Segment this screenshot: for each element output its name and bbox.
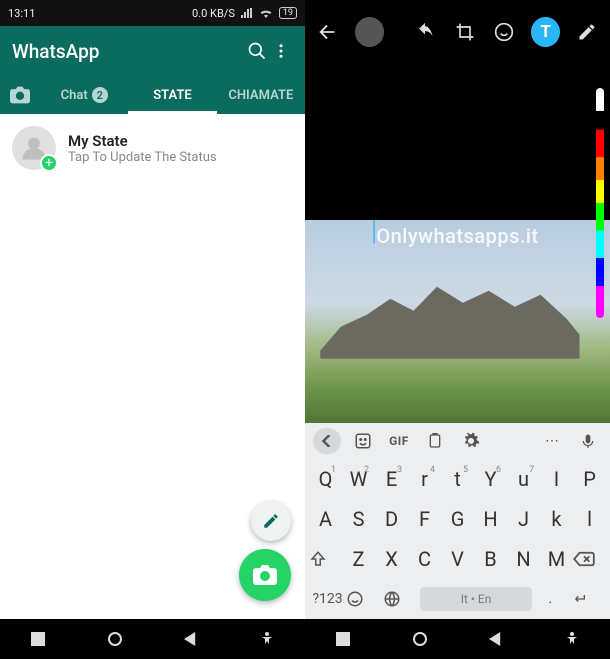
camera-status-fab[interactable] [239, 549, 291, 601]
key-m[interactable]: M [540, 547, 573, 571]
keyboard-row-4: ?123 It • En . [305, 579, 610, 619]
android-status-bar: 13:11 0.0 KB/S 19 [0, 0, 305, 26]
key-z[interactable]: Z [342, 547, 375, 571]
accessibility-icon[interactable] [565, 632, 579, 646]
key-v[interactable]: V [441, 547, 474, 571]
whatsapp-status-screen: 13:11 0.0 KB/S 19 WhatsApp Chat 2 [0, 0, 305, 659]
key-i[interactable]: I [540, 467, 573, 491]
settings-icon[interactable] [457, 428, 485, 454]
tab-label: Chat [61, 88, 88, 103]
back-icon[interactable] [489, 632, 503, 646]
mic-icon[interactable] [574, 428, 602, 454]
editor-canvas[interactable]: | Onlywhatsapps.it [305, 64, 610, 429]
status-photo [305, 220, 610, 430]
key-s[interactable]: S [342, 507, 375, 531]
keyboard-toolbar: GIF ⋯ [305, 423, 610, 459]
key-y[interactable]: Y6 [474, 467, 507, 491]
color-picker-strip[interactable] [596, 88, 604, 318]
key-r[interactable]: r4 [408, 467, 441, 491]
key-q[interactable]: Q1 [309, 467, 342, 491]
editor-toolbar: T [305, 0, 610, 64]
key-h[interactable]: H [474, 507, 507, 531]
signal-icon [241, 8, 253, 18]
period-key[interactable]: . [532, 591, 569, 607]
keyboard-collapse-icon[interactable] [313, 428, 341, 454]
profile-chip[interactable] [355, 17, 385, 47]
my-status-row[interactable]: + My State Tap To Update The Status [12, 126, 293, 170]
unread-badge: 2 [92, 87, 108, 103]
gif-button[interactable]: GIF [385, 428, 413, 454]
tab-state[interactable]: STATE [128, 76, 216, 114]
sticker-icon[interactable] [349, 428, 377, 454]
emoji-icon[interactable] [491, 17, 517, 47]
back-icon[interactable] [184, 632, 198, 646]
key-x[interactable]: X [375, 547, 408, 571]
add-status-icon: + [40, 154, 58, 172]
emoji-key[interactable] [346, 590, 383, 608]
enter-key[interactable] [569, 591, 606, 607]
symbols-key[interactable]: ?123 [309, 591, 346, 607]
key-l[interactable]: l [573, 507, 606, 531]
key-k[interactable]: k [540, 507, 573, 531]
status-editor-screen: T | Onlywhatsapps.it GIF [305, 0, 610, 659]
draw-icon[interactable] [574, 17, 600, 47]
android-nav-bar [305, 619, 610, 659]
key-w[interactable]: W2 [342, 467, 375, 491]
recent-apps-icon[interactable] [31, 632, 45, 646]
key-d[interactable]: D [375, 507, 408, 531]
tab-bar: Chat 2 STATE CHIAMATE [0, 76, 305, 114]
spacebar-key[interactable]: It • En [420, 587, 531, 611]
home-icon[interactable] [412, 631, 428, 647]
soft-keyboard: GIF ⋯ Q1W2E3r4t5Y6u7IP ASDFGHJkl ZXCVBNM… [305, 423, 610, 619]
key-e[interactable]: E3 [375, 467, 408, 491]
watermark-text: Onlywhatsapps.it [305, 224, 610, 248]
accessibility-icon[interactable] [260, 632, 274, 646]
my-status-subtitle: Tap To Update The Status [68, 150, 217, 165]
keyboard-row-3: ZXCVBNM [305, 539, 610, 579]
tab-label: CHIAMATE [228, 88, 293, 103]
wifi-icon [259, 8, 273, 18]
tab-camera[interactable] [0, 76, 40, 114]
more-icon[interactable] [269, 41, 293, 61]
key-n[interactable]: N [507, 547, 540, 571]
battery-icon: 19 [279, 7, 297, 19]
tab-calls[interactable]: CHIAMATE [217, 76, 305, 114]
text-tool-button[interactable]: T [531, 17, 561, 47]
network-speed: 0.0 KB/S [192, 7, 235, 20]
my-status-title: My State [68, 132, 217, 150]
avatar: + [12, 126, 56, 170]
key-c[interactable]: C [408, 547, 441, 571]
crop-icon[interactable] [452, 17, 478, 47]
search-icon[interactable] [245, 41, 269, 61]
keyboard-row-2: ASDFGHJkl [305, 499, 610, 539]
key-p[interactable]: P [573, 467, 606, 491]
text-status-fab[interactable] [251, 501, 291, 541]
backspace-key[interactable] [573, 551, 606, 567]
android-nav-bar [0, 619, 305, 659]
tab-label: STATE [153, 88, 192, 103]
home-icon[interactable] [107, 631, 123, 647]
back-arrow-icon[interactable] [315, 17, 341, 47]
key-a[interactable]: A [309, 507, 342, 531]
clipboard-icon[interactable] [421, 428, 449, 454]
more-keyboard-icon[interactable]: ⋯ [538, 428, 566, 454]
shift-key[interactable] [309, 550, 342, 568]
language-key[interactable] [383, 590, 420, 608]
app-title: WhatsApp [12, 40, 245, 63]
key-j[interactable]: J [507, 507, 540, 531]
key-f[interactable]: F [408, 507, 441, 531]
undo-icon[interactable] [412, 17, 438, 47]
tab-chat[interactable]: Chat 2 [40, 76, 128, 114]
key-b[interactable]: B [474, 547, 507, 571]
recent-apps-icon[interactable] [336, 632, 350, 646]
key-u[interactable]: u7 [507, 467, 540, 491]
key-t[interactable]: t5 [441, 467, 474, 491]
clock: 13:11 [8, 7, 35, 20]
key-g[interactable]: G [441, 507, 474, 531]
keyboard-row-1: Q1W2E3r4t5Y6u7IP [305, 459, 610, 499]
app-bar: WhatsApp [0, 26, 305, 76]
